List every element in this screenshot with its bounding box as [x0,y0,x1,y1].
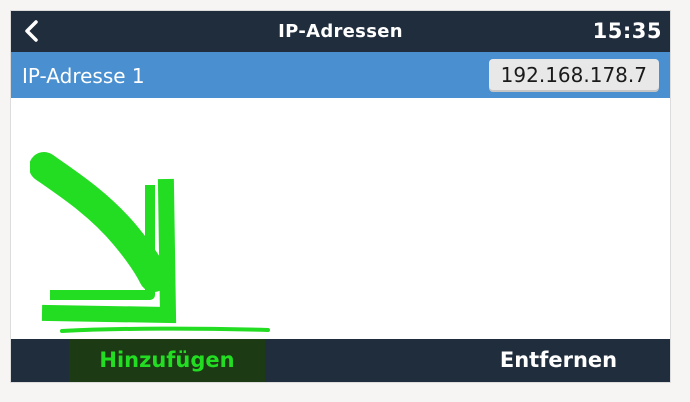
list-item-ip-address-1[interactable]: IP-Adresse 1 192.168.178.7 [11,52,670,98]
remove-button[interactable]: Entfernen [446,339,670,382]
annotation-underline [60,322,270,334]
page-title: IP-Adressen [278,21,403,42]
clock: 15:35 [592,19,662,43]
ip-address-value[interactable]: 192.168.178.7 [488,59,659,92]
annotation-arrow-icon [29,145,180,340]
title-bar: IP-Adressen 15:35 [11,11,670,52]
bottom-button-bar: Hinzufügen Entfernen [11,339,670,382]
list-item-label: IP-Adresse 1 [22,64,145,88]
add-button[interactable]: Hinzufügen [69,339,265,382]
